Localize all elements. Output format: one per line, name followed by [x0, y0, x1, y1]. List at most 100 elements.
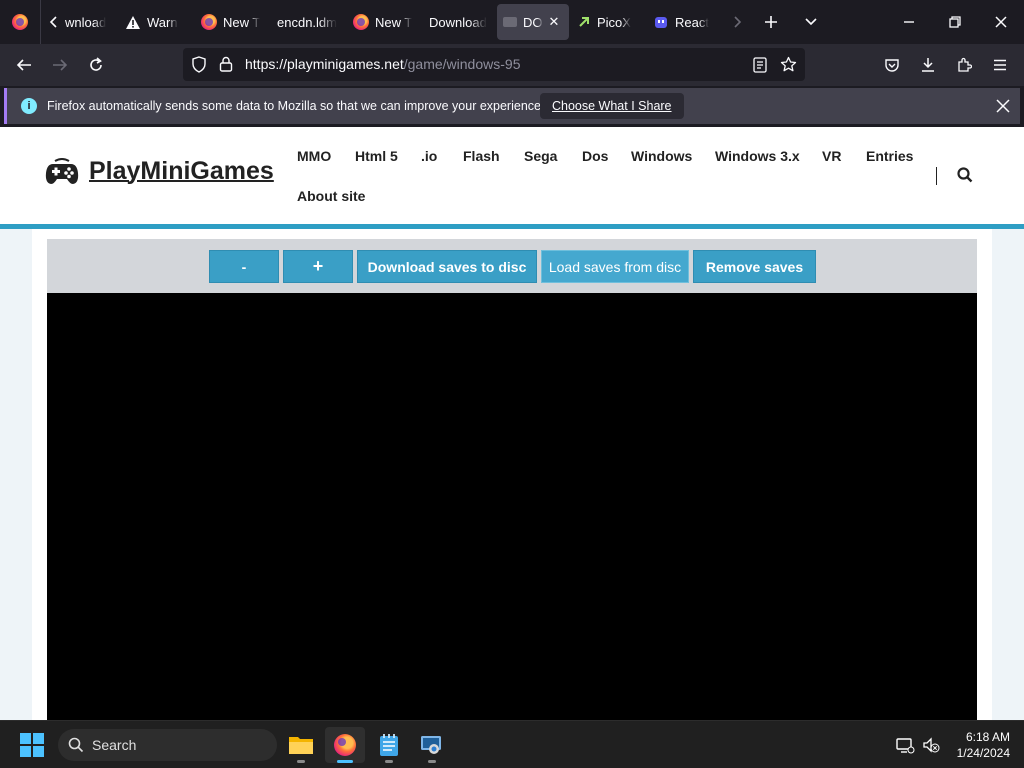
downloads-button[interactable]	[910, 44, 946, 86]
close-window-button[interactable]	[978, 0, 1024, 44]
tab-label: PicoX	[597, 14, 631, 30]
tab-label: encdn.ldm	[277, 14, 337, 30]
menu-item-windows[interactable]: Windows	[631, 148, 692, 164]
info-icon: i	[21, 98, 37, 114]
menu-item-windows-3x[interactable]: Windows 3.x	[715, 148, 800, 164]
emulator-controls: - + Download saves to disc Load saves fr…	[47, 239, 977, 293]
folder-icon	[289, 737, 313, 754]
tab-4[interactable]: encdn.ldm	[269, 4, 345, 40]
menu-item-mmo[interactable]: MMO	[297, 148, 331, 164]
taskbar-app-remote-desktop[interactable]	[412, 727, 452, 763]
menu-item-html5[interactable]: Html 5	[355, 148, 398, 164]
running-indicator	[297, 760, 305, 763]
back-button[interactable]	[6, 44, 42, 86]
remote-desktop-icon	[421, 736, 441, 754]
choose-what-i-share-button[interactable]: Choose What I Share	[540, 93, 684, 119]
tab-1[interactable]: wnload	[41, 4, 117, 40]
windows-logo-icon	[33, 733, 44, 744]
minimize-window-button[interactable]	[886, 0, 932, 44]
menu-item-about-site[interactable]: About site	[297, 188, 365, 204]
download-saves-button[interactable]: Download saves to disc	[357, 250, 537, 283]
tab-6[interactable]: Download	[421, 4, 497, 40]
menu-item-sega[interactable]: Sega	[524, 148, 557, 164]
firefox-icon	[353, 14, 369, 30]
zoom-in-button[interactable]: +	[283, 250, 353, 283]
shield-icon[interactable]	[191, 56, 207, 73]
tab-label: New T	[375, 14, 413, 30]
puzzle-icon	[958, 57, 972, 72]
menu-item-entries[interactable]: Entries	[866, 148, 913, 164]
close-tab-icon[interactable]: ✕	[549, 14, 560, 30]
chevron-left-icon	[49, 16, 57, 28]
tab-label: React	[675, 14, 709, 30]
remove-saves-button[interactable]: Remove saves	[693, 250, 816, 283]
url-path: /game/windows-95	[403, 56, 521, 72]
zoom-out-button[interactable]: -	[209, 250, 279, 283]
firefox-icon	[12, 14, 28, 30]
tab-9[interactable]: React	[645, 4, 723, 40]
tab-label: New T	[223, 14, 261, 30]
close-icon	[995, 16, 1007, 28]
system-clock[interactable]: 6:18 AM 1/24/2024	[957, 729, 1010, 761]
firefox-icon	[334, 734, 356, 756]
new-tab-button[interactable]	[751, 4, 791, 40]
taskbar-app-notepad[interactable]	[369, 727, 409, 763]
notepad-icon	[380, 734, 398, 756]
close-notification-icon[interactable]	[996, 99, 1010, 113]
scroll-tabs-right-button[interactable]	[723, 4, 751, 40]
menu-item-dos[interactable]: Dos	[582, 148, 608, 164]
firefox-view-button[interactable]	[0, 4, 40, 40]
restore-window-button[interactable]	[932, 0, 978, 44]
firefox-icon	[201, 14, 217, 30]
tab-7-active[interactable]: DO ✕	[497, 4, 569, 40]
ghost-icon	[655, 17, 667, 28]
taskbar-search-box[interactable]: Search	[58, 729, 277, 761]
gamepad-icon	[45, 158, 79, 184]
reload-button[interactable]	[78, 44, 114, 86]
site-search-icon[interactable]	[955, 165, 975, 185]
lock-icon[interactable]	[219, 56, 233, 72]
tab-label: wnload	[65, 14, 107, 30]
tab-2[interactable]: Warn	[117, 4, 193, 40]
menu-item-io[interactable]: .io	[421, 148, 437, 164]
taskbar-app-file-explorer[interactable]	[281, 727, 321, 763]
menu-item-vr[interactable]: VR	[822, 148, 841, 164]
pocket-button[interactable]	[874, 44, 910, 86]
clock-date: 1/24/2024	[956, 746, 1010, 760]
emulator-screen[interactable]	[47, 293, 977, 720]
list-all-tabs-button[interactable]	[791, 4, 831, 40]
url-text[interactable]: https://playminigames.net/game/windows-9…	[245, 56, 520, 72]
url-bar[interactable]: https://playminigames.net/game/windows-9…	[183, 48, 805, 81]
navigation-toolbar: https://playminigames.net/game/windows-9…	[0, 44, 1024, 86]
chevron-down-icon	[805, 18, 817, 26]
forward-button[interactable]	[42, 44, 78, 86]
taskbar-search-placeholder: Search	[92, 737, 137, 753]
tab-8[interactable]: PicoX	[569, 4, 645, 40]
web-page: PlayMiniGames MMO Html 5 .io Flash Sega …	[0, 127, 1024, 720]
running-indicator	[428, 760, 436, 763]
windows-logo-icon	[20, 733, 31, 744]
tab-label: DO	[523, 14, 543, 30]
volume-muted-icon[interactable]	[921, 735, 941, 755]
extensions-button[interactable]	[946, 44, 982, 86]
bookmark-star-icon[interactable]	[780, 56, 797, 73]
page-icon	[503, 17, 517, 27]
load-saves-button[interactable]: Load saves from disc	[541, 250, 689, 283]
start-button[interactable]	[20, 733, 44, 757]
download-icon	[922, 58, 934, 72]
taskbar-app-firefox[interactable]	[325, 727, 365, 763]
tab-5[interactable]: New T	[345, 4, 421, 40]
pocket-icon	[885, 58, 899, 72]
windows-logo-icon	[33, 746, 44, 757]
reader-view-icon[interactable]	[753, 57, 767, 73]
reload-icon	[90, 57, 102, 71]
app-menu-button[interactable]	[982, 44, 1018, 86]
windows-taskbar: Search 6:18 AM 1/24/2024	[0, 720, 1024, 768]
tab-label: Download	[429, 14, 487, 30]
tab-3[interactable]: New T	[193, 4, 269, 40]
header-separator	[936, 167, 937, 185]
menu-item-flash[interactable]: Flash	[463, 148, 500, 164]
chevron-right-icon	[734, 16, 742, 28]
site-logo[interactable]: PlayMiniGames	[45, 155, 274, 187]
network-icon[interactable]	[895, 735, 915, 755]
